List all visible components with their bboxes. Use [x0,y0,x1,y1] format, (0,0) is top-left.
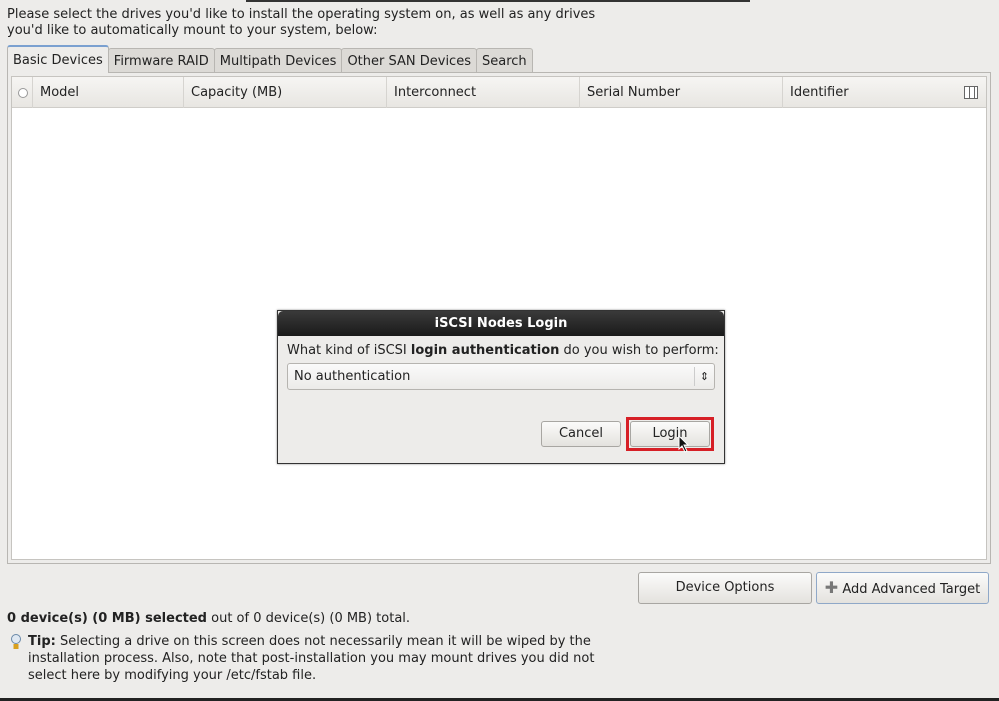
select-all-checkbox[interactable] [18,88,28,98]
top-window-edge [246,0,750,2]
instructions-line1: Please select the drives you'd like to i… [7,7,596,22]
auth-question: What kind of iSCSI login authentication … [287,343,719,358]
cancel-button[interactable]: Cancel [541,421,621,447]
tab-search[interactable]: Search [475,48,533,73]
add-target-label: Add Advanced Target [842,582,981,597]
updown-arrow-icon: ⇕ [694,367,714,386]
tab-other-san-devices[interactable]: Other SAN Devices [341,48,477,73]
column-interconnect[interactable]: Interconnect [386,77,476,108]
dialog-title: iSCSI Nodes Login [278,311,724,336]
tip-label: Tip: [28,634,56,649]
lightbulb-icon [11,634,21,649]
question-text: What kind of iSCSI [287,343,411,358]
plus-icon: ✚ [824,578,839,597]
mouse-cursor-icon [678,435,690,453]
tab-basic-devices[interactable]: Basic Devices [7,45,109,73]
tip-body: Selecting a drive on this screen does no… [28,634,595,683]
instructions: Please select the drives you'd like to i… [7,7,607,39]
iscsi-login-dialog: iSCSI Nodes Login What kind of iSCSI log… [277,310,725,464]
column-model[interactable]: Model [32,77,79,108]
auth-type-value: No authentication [294,369,411,384]
tip-text: Tip: Selecting a drive on this screen do… [28,633,608,684]
tab-multipath-devices[interactable]: Multipath Devices [213,48,343,73]
column-capacity[interactable]: Capacity (MB) [183,77,282,108]
column-chooser-icon[interactable] [964,86,978,99]
column-identifier[interactable]: Identifier [782,77,849,108]
column-serial-number[interactable]: Serial Number [579,77,680,108]
selection-status: 0 device(s) (0 MB) selected out of 0 dev… [7,611,410,626]
status-rest: out of 0 device(s) (0 MB) total. [207,611,411,626]
question-text-end: do you wish to perform: [559,343,719,358]
status-bold: 0 device(s) (0 MB) selected [7,611,207,626]
login-highlight-box [626,417,714,451]
device-tabs: Basic Devices Firmware RAID Multipath De… [7,45,533,73]
add-advanced-target-button[interactable]: ✚ Add Advanced Target [816,572,989,604]
tab-firmware-raid[interactable]: Firmware RAID [107,48,215,73]
table-header: Model Capacity (MB) Interconnect Serial … [12,77,986,108]
instructions-line2: you'd like to automatically mount to you… [7,23,378,38]
auth-type-select[interactable]: No authentication ⇕ [287,363,715,390]
question-bold: login authentication [410,343,560,358]
device-options-button[interactable]: Device Options [638,572,812,604]
